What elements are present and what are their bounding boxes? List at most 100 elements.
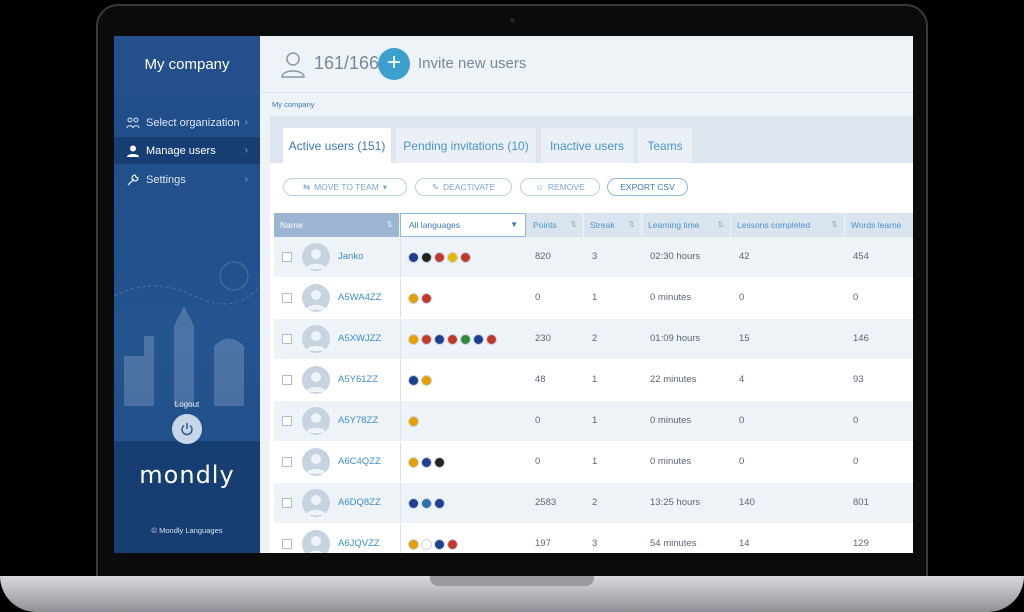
table-row[interactable]: A5WA4ZZ 0 1 0 minutes 0 0 (274, 278, 913, 318)
flag-icon (408, 334, 419, 345)
column-name[interactable]: Name ⇅ (274, 213, 400, 237)
remove-label: REMOVE (547, 182, 585, 192)
user-name-link[interactable]: A6C4QZZ (338, 442, 381, 482)
user-name-link[interactable]: A5WA4ZZ (338, 278, 381, 318)
row-checkbox[interactable] (282, 416, 292, 426)
topbar: 161/166 + Invite new users (260, 36, 913, 93)
flag-icon (421, 498, 432, 509)
column-streak[interactable]: Streak ⇅ (584, 213, 642, 237)
sidebar-item-label: Settings (146, 173, 186, 186)
language-flags (408, 457, 445, 468)
learning-time-cell: 01:09 hours (650, 333, 701, 344)
table-row[interactable]: A5Y78ZZ 0 1 0 minutes 0 0 (274, 401, 913, 441)
avatar (302, 284, 330, 312)
column-learning-time[interactable]: Learning time ⇅ (642, 213, 731, 237)
row-checkbox[interactable] (282, 498, 292, 508)
user-name-link[interactable]: Janko (338, 237, 363, 277)
column-divider (400, 524, 401, 553)
table-row[interactable]: A5XWJZZ 230 2 01:09 hours 15 146 (274, 319, 913, 359)
learning-time-cell: 22 minutes (650, 374, 697, 385)
flag-icon (408, 498, 419, 509)
table-row[interactable]: Janko 820 3 02:30 hours 42 454 (274, 237, 913, 277)
row-checkbox[interactable] (282, 252, 292, 262)
table-row[interactable]: A6C4QZZ 0 1 0 minutes 0 0 (274, 442, 913, 482)
points-cell: 0 (535, 292, 541, 303)
deactivate-button[interactable]: ✎ DEACTIVATE (415, 178, 512, 196)
tab-pending-invitations[interactable]: Pending invitations (10) (396, 128, 536, 163)
tab-inactive-users[interactable]: Inactive users (541, 128, 633, 163)
column-streak-label: Streak (590, 220, 615, 230)
row-checkbox[interactable] (282, 334, 292, 344)
chevron-right-icon: › (244, 145, 248, 156)
lessons-cell: 42 (739, 251, 750, 262)
chevron-right-icon: › (244, 174, 248, 185)
sidebar: My company Select organization › Manage … (114, 36, 260, 553)
users-icon (281, 52, 305, 78)
tab-active-users[interactable]: Active users (151) (283, 128, 391, 163)
tab-teams[interactable]: Teams (638, 128, 692, 163)
column-points[interactable]: Points ⇅ (527, 213, 584, 237)
flag-icon (460, 252, 471, 263)
city-illustration (114, 261, 260, 406)
streak-cell: 3 (592, 251, 598, 262)
row-checkbox[interactable] (282, 375, 292, 385)
logout-button[interactable] (172, 414, 202, 444)
remove-button[interactable]: ☺ REMOVE (520, 178, 600, 196)
learning-time-cell: 0 minutes (650, 292, 692, 303)
table-header: Name ⇅ All languages ▼ Points ⇅ Streak ⇅ Lea… (274, 213, 913, 237)
avatar (302, 243, 330, 271)
plus-icon: + (386, 49, 401, 76)
flag-icon (408, 416, 419, 427)
column-lessons-completed[interactable]: Lessons completed ⇅ (731, 213, 845, 237)
row-checkbox[interactable] (282, 539, 292, 549)
lessons-cell: 0 (739, 415, 745, 426)
flag-icon (460, 334, 471, 345)
user-name-link[interactable]: A5Y78ZZ (338, 401, 378, 441)
streak-cell: 3 (592, 538, 598, 549)
remove-user-icon: ☺ (535, 182, 544, 192)
row-checkbox[interactable] (282, 293, 292, 303)
chevron-down-icon: ▾ (382, 181, 388, 192)
app-screen: My company Select organization › Manage … (114, 36, 913, 553)
sidebar-item-settings[interactable]: Settings › (114, 166, 260, 193)
streak-cell: 1 (592, 374, 598, 385)
table-row[interactable]: A5Y61ZZ 48 1 22 minutes 4 93 (274, 360, 913, 400)
learning-time-cell: 13:25 hours (650, 497, 701, 508)
chevron-down-icon: ▼ (510, 220, 518, 229)
organization-icon (126, 116, 140, 130)
user-name-link[interactable]: A5Y61ZZ (338, 360, 378, 400)
table-row[interactable]: A6DQ8ZZ 2583 2 13:25 hours 140 801 (274, 483, 913, 523)
invite-label[interactable]: Invite new users (418, 55, 526, 72)
user-name-link[interactable]: A6JQVZZ (338, 524, 380, 553)
user-name-link[interactable]: A6DQ8ZZ (338, 483, 381, 523)
flag-icon (434, 498, 445, 509)
invite-button[interactable]: + (378, 48, 410, 80)
breadcrumb[interactable]: My company (272, 100, 315, 109)
column-divider (400, 237, 401, 277)
export-csv-button[interactable]: EXPORT CSV (607, 178, 688, 196)
streak-cell: 1 (592, 292, 598, 303)
points-cell: 230 (535, 333, 551, 344)
points-cell: 0 (535, 456, 541, 467)
column-words-learned[interactable]: Words learne (845, 213, 913, 237)
lessons-cell: 140 (739, 497, 755, 508)
avatar (302, 530, 330, 553)
avatar (302, 325, 330, 353)
move-to-team-button[interactable]: ⇆ MOVE TO TEAM ▾ (283, 178, 407, 196)
table-row[interactable]: A6JQVZZ 197 3 54 minutes 14 129 (274, 524, 913, 553)
words-cell: 0 (853, 456, 859, 467)
avatar (302, 448, 330, 476)
sidebar-item-select-organization[interactable]: Select organization › (114, 109, 260, 136)
row-checkbox[interactable] (282, 457, 292, 467)
points-cell: 0 (535, 415, 541, 426)
flag-icon (421, 539, 432, 550)
user-name-link[interactable]: A5XWJZZ (338, 319, 381, 359)
language-filter-select[interactable]: All languages ▼ (400, 213, 526, 237)
main-content: 161/166 + Invite new users My company Ac… (260, 36, 913, 553)
sidebar-item-manage-users[interactable]: Manage users › (114, 137, 260, 164)
language-flags (408, 293, 432, 304)
column-divider (400, 401, 401, 441)
sort-icon: ⇅ (570, 220, 577, 229)
language-flags (408, 334, 497, 345)
words-cell: 801 (853, 497, 869, 508)
